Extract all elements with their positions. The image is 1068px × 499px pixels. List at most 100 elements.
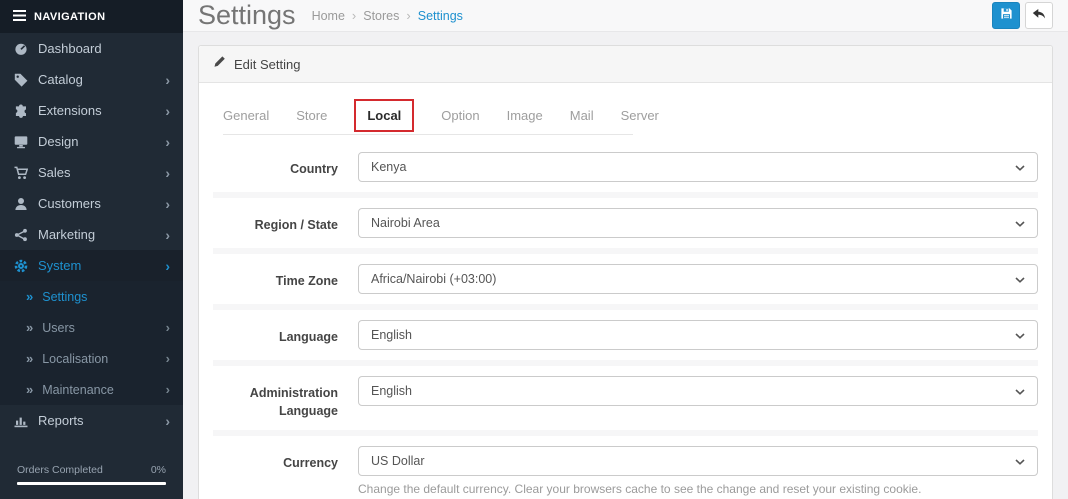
tab-server[interactable]: Server: [621, 104, 659, 127]
orders-completed-value: 0%: [150, 464, 166, 476]
pencil-icon: [213, 55, 226, 73]
local-settings-form: Country Kenya Region / State Nairobi Are…: [213, 142, 1038, 499]
chevron-right-icon: ›: [165, 382, 170, 397]
sidebar-item-reports[interactable]: Reports ›: [0, 405, 183, 436]
sidebar-item-label: Customers: [38, 196, 101, 211]
chevron-right-icon: ›: [165, 226, 170, 243]
chevron-down-icon: [1015, 326, 1025, 344]
sidebar-item-system[interactable]: System ›: [0, 250, 183, 281]
save-button[interactable]: [992, 2, 1020, 29]
form-row-time-zone: Time Zone Africa/Nairobi (+03:00): [213, 254, 1038, 310]
sidebar-subitem-localisation[interactable]: » Localisation ›: [0, 343, 183, 374]
chevron-right-icon: ›: [165, 133, 170, 150]
chevron-right-icon: ›: [165, 320, 170, 335]
save-icon: [1000, 7, 1013, 25]
breadcrumb: Home › Stores › Settings: [312, 8, 463, 23]
tab-local[interactable]: Local: [354, 99, 415, 132]
breadcrumb-home[interactable]: Home: [312, 9, 345, 23]
sidebar-item-dashboard[interactable]: Dashboard: [0, 33, 183, 64]
form-row-region-state: Region / State Nairobi Area: [213, 198, 1038, 254]
sidebar-stats: Orders Completed 0%: [0, 454, 183, 499]
user-icon: [13, 196, 28, 211]
tab-option[interactable]: Option: [441, 104, 479, 127]
currency-select[interactable]: US Dollar: [358, 446, 1038, 477]
back-button[interactable]: [1025, 2, 1053, 29]
breadcrumb-settings[interactable]: Settings: [418, 9, 463, 23]
main-content: Settings Home › Stores › Settings Edit S…: [183, 0, 1068, 499]
breadcrumb-stores[interactable]: Stores: [363, 9, 399, 23]
sidebar-item-label: Marketing: [38, 227, 96, 242]
region-state-label: Region / State: [254, 218, 338, 232]
panel-heading: Edit Setting: [199, 46, 1052, 83]
language-select-value: English: [371, 328, 412, 342]
form-row-currency: Currency US Dollar Change the default cu…: [213, 436, 1038, 499]
chevron-right-icon: ›: [165, 257, 170, 274]
chevron-right-icon: ›: [165, 102, 170, 119]
sidebar-item-extensions[interactable]: Extensions ›: [0, 95, 183, 126]
sidebar-item-label: Dashboard: [38, 41, 102, 56]
chevron-down-icon: [1015, 452, 1025, 470]
tab-general[interactable]: General: [223, 104, 269, 127]
orders-completed-progress-bar: [17, 482, 166, 485]
orders-completed-label: Orders Completed: [17, 464, 103, 476]
sidebar-item-label: Design: [38, 134, 79, 149]
sidebar-subitem-label: Localisation: [42, 351, 109, 366]
chevron-right-icon: ›: [165, 164, 170, 181]
panel-body: General Store Local Option Image Mail Se…: [199, 83, 1052, 499]
sidebar-subitem-label: Users: [42, 320, 75, 335]
double-chevron-icon: »: [26, 289, 34, 304]
currency-help-text: Change the default currency. Clear your …: [358, 482, 922, 497]
content-area: Edit Setting General Store Local Option …: [183, 32, 1068, 499]
form-row-administration-language: Administration Language English: [213, 366, 1038, 437]
sidebar-item-label: System: [38, 258, 82, 273]
breadcrumb-separator-icon: ›: [351, 8, 357, 23]
bar-chart-icon: [13, 413, 28, 428]
tab-store[interactable]: Store: [296, 104, 327, 127]
navigation-title: NAVIGATION: [34, 10, 106, 23]
sidebar-subitem-users[interactable]: » Users ›: [0, 312, 183, 343]
form-row-language: Language English: [213, 310, 1038, 366]
chevron-down-icon: [1015, 382, 1025, 400]
sidebar-subitem-label: Maintenance: [42, 382, 114, 397]
currency-label: Currency: [283, 456, 338, 471]
dashboard-icon: [13, 41, 28, 56]
time-zone-select-value: Africa/Nairobi (+03:00): [371, 272, 497, 286]
cart-icon: [13, 165, 28, 180]
chevron-right-icon: ›: [165, 412, 170, 429]
administration-language-select[interactable]: English: [358, 376, 1038, 406]
chevron-down-icon: [1015, 214, 1025, 232]
country-select[interactable]: Kenya: [358, 152, 1038, 182]
chevron-right-icon: ›: [165, 71, 170, 88]
breadcrumb-separator-icon: ›: [406, 8, 411, 23]
sidebar-subitem-settings[interactable]: » Settings: [0, 281, 183, 312]
page-title: Settings: [198, 0, 296, 30]
page-header: Settings Home › Stores › Settings: [183, 0, 1068, 32]
currency-select-value: US Dollar: [371, 454, 425, 469]
double-chevron-icon: »: [26, 351, 34, 366]
tab-mail[interactable]: Mail: [570, 104, 594, 127]
sidebar-subitem-maintenance[interactable]: » Maintenance ›: [0, 374, 183, 405]
sidebar-item-label: Extensions: [38, 103, 102, 118]
share-icon: [13, 227, 28, 242]
sidebar-item-marketing[interactable]: Marketing ›: [0, 219, 183, 250]
language-select[interactable]: English: [358, 320, 1038, 350]
sidebar-item-label: Catalog: [38, 72, 83, 87]
monitor-icon: [13, 134, 28, 149]
time-zone-select[interactable]: Africa/Nairobi (+03:00): [358, 264, 1038, 294]
gear-icon: [13, 258, 28, 273]
sidebar-navigation-header[interactable]: NAVIGATION: [0, 0, 183, 33]
administration-language-label: Administration Language: [249, 386, 338, 419]
hamburger-icon: [13, 8, 26, 26]
sidebar-item-label: Sales: [38, 165, 71, 180]
tab-image[interactable]: Image: [507, 104, 543, 127]
country-label: Country: [290, 162, 338, 176]
region-state-select[interactable]: Nairobi Area: [358, 208, 1038, 238]
sidebar-item-sales[interactable]: Sales ›: [0, 157, 183, 188]
sidebar-item-catalog[interactable]: Catalog ›: [0, 64, 183, 95]
double-chevron-icon: »: [26, 382, 34, 397]
form-row-country: Country Kenya: [213, 142, 1038, 198]
region-state-select-value: Nairobi Area: [371, 216, 440, 230]
chevron-down-icon: [1015, 158, 1025, 176]
sidebar-item-design[interactable]: Design ›: [0, 126, 183, 157]
sidebar-item-customers[interactable]: Customers ›: [0, 188, 183, 219]
